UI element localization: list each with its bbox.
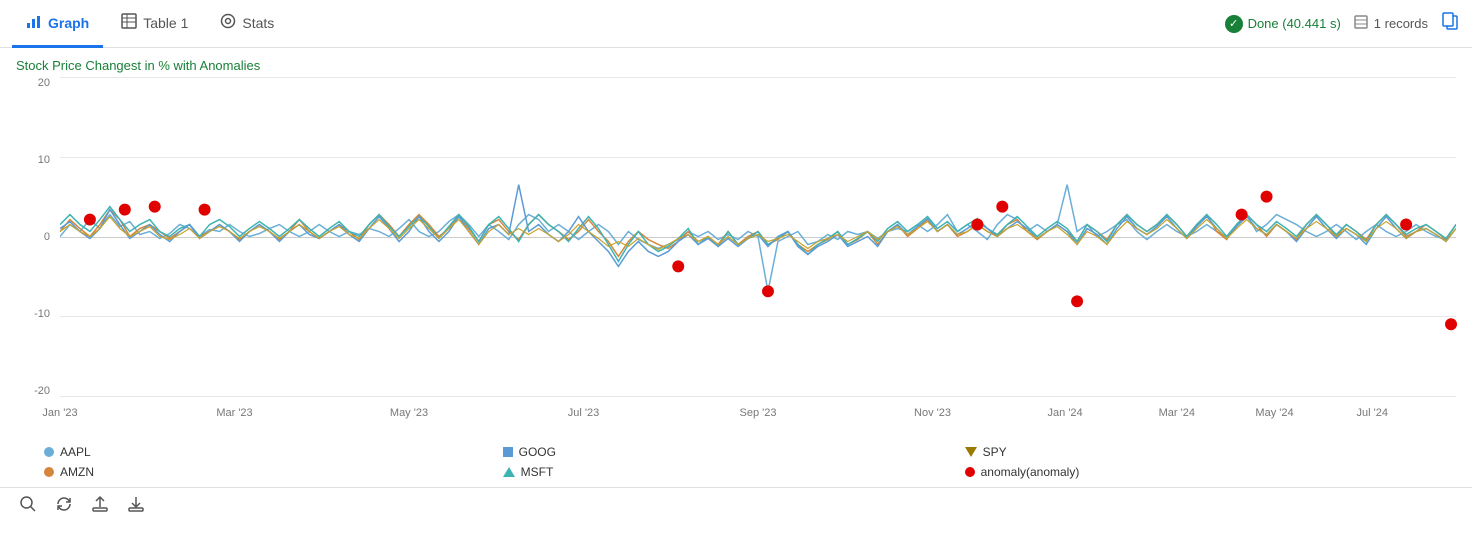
- done-status: ✓ Done (40.441 s): [1225, 15, 1341, 33]
- chart-container: 20 10 0 -10 -20: [16, 77, 1456, 437]
- legend-amzn-icon: [44, 467, 54, 477]
- tab-stats[interactable]: Stats: [206, 1, 288, 48]
- tab-table1-label: Table 1: [143, 15, 188, 31]
- legend-goog: GOOG: [503, 445, 905, 459]
- chart-svg: [60, 77, 1456, 396]
- anomaly-dot-6: [762, 285, 774, 297]
- y-label-0: 0: [16, 231, 56, 243]
- anomaly-dot-12: [1400, 219, 1412, 231]
- legend-anomaly-icon: [965, 467, 975, 477]
- upload-button[interactable]: [88, 492, 112, 516]
- chart-title: Stock Price Changest in % with Anomalies: [16, 58, 1456, 73]
- stats-icon: [220, 13, 236, 33]
- download-button[interactable]: [124, 492, 148, 516]
- anomaly-dot-4: [199, 204, 211, 216]
- records-badge: 1 records: [1353, 14, 1428, 33]
- anomaly-dot-11: [1261, 191, 1273, 203]
- refresh-button[interactable]: [52, 492, 76, 516]
- x-label-jul23: Jul '23: [568, 407, 599, 419]
- anomaly-dot-7: [971, 219, 983, 231]
- anomaly-dot-8: [996, 201, 1008, 213]
- bottom-toolbar: [0, 487, 1472, 520]
- tab-graph[interactable]: Graph: [12, 1, 103, 48]
- x-label-may23: May '23: [390, 407, 428, 419]
- y-label-neg10: -10: [16, 308, 56, 320]
- x-label-jul24: Jul '24: [1357, 407, 1388, 419]
- legend-aapl-label: AAPL: [60, 445, 91, 459]
- tab-stats-label: Stats: [242, 15, 274, 31]
- gridline-neg20: [60, 396, 1456, 397]
- legend-spy-icon: [965, 447, 977, 457]
- x-label-mar24: Mar '24: [1159, 407, 1195, 419]
- tab-table1[interactable]: Table 1: [107, 1, 202, 48]
- x-label-nov23: Nov '23: [914, 407, 951, 419]
- legend-anomaly: anomaly(anomaly): [965, 465, 1428, 479]
- top-bar: Graph Table 1 Stats ✓ Done (40.441 s) 1 …: [0, 0, 1472, 48]
- legend-anomaly-label: anomaly(anomaly): [981, 465, 1080, 479]
- legend-goog-label: GOOG: [519, 445, 556, 459]
- top-right-area: ✓ Done (40.441 s) 1 records: [1225, 11, 1460, 36]
- legend-spy-label: SPY: [983, 445, 1007, 459]
- tab-bar: Graph Table 1 Stats: [12, 0, 288, 47]
- y-axis: 20 10 0 -10 -20: [16, 77, 56, 397]
- x-axis: Jan '23 Mar '23 May '23 Jul '23 Sep '23 …: [60, 401, 1456, 437]
- anomaly-dot-3: [149, 201, 161, 213]
- records-icon: [1353, 14, 1369, 33]
- chart-inner: [60, 77, 1456, 397]
- anomaly-dot-10: [1236, 209, 1248, 221]
- tab-graph-label: Graph: [48, 15, 89, 31]
- x-label-may24: May '24: [1255, 407, 1293, 419]
- anomaly-dot-5: [672, 260, 684, 272]
- legend-amzn-label: AMZN: [60, 465, 94, 479]
- legend-spy: SPY: [965, 445, 1428, 459]
- legend-aapl-icon: [44, 447, 54, 457]
- legend-msft-label: MSFT: [521, 465, 554, 479]
- done-check-icon: ✓: [1225, 15, 1243, 33]
- legend-amzn: AMZN: [44, 465, 443, 479]
- records-label: 1 records: [1374, 16, 1428, 31]
- legend-aapl: AAPL: [44, 445, 443, 459]
- x-label-sep23: Sep '23: [740, 407, 777, 419]
- x-label-mar23: Mar '23: [216, 407, 252, 419]
- y-label-20: 20: [16, 77, 56, 89]
- search-button[interactable]: [16, 492, 40, 516]
- y-label-neg20: -20: [16, 385, 56, 397]
- table-icon: [121, 13, 137, 33]
- x-label-jan23: Jan '23: [42, 407, 77, 419]
- x-label-jan24: Jan '24: [1048, 407, 1083, 419]
- anomaly-dot-2: [119, 204, 131, 216]
- chart-legend: AAPL GOOG SPY AMZN MSFT anomaly(anomaly): [0, 437, 1472, 487]
- legend-msft-icon: [503, 467, 515, 477]
- anomaly-dot-9: [1071, 295, 1083, 307]
- anomaly-dot-1: [84, 214, 96, 226]
- y-label-10: 10: [16, 154, 56, 166]
- graph-icon: [26, 13, 42, 33]
- legend-goog-icon: [503, 447, 513, 457]
- done-label: Done (40.441 s): [1248, 16, 1341, 31]
- chart-area: Stock Price Changest in % with Anomalies…: [0, 48, 1472, 437]
- anomaly-dot-13: [1445, 318, 1457, 330]
- legend-msft: MSFT: [503, 465, 905, 479]
- copy-button[interactable]: [1440, 11, 1460, 36]
